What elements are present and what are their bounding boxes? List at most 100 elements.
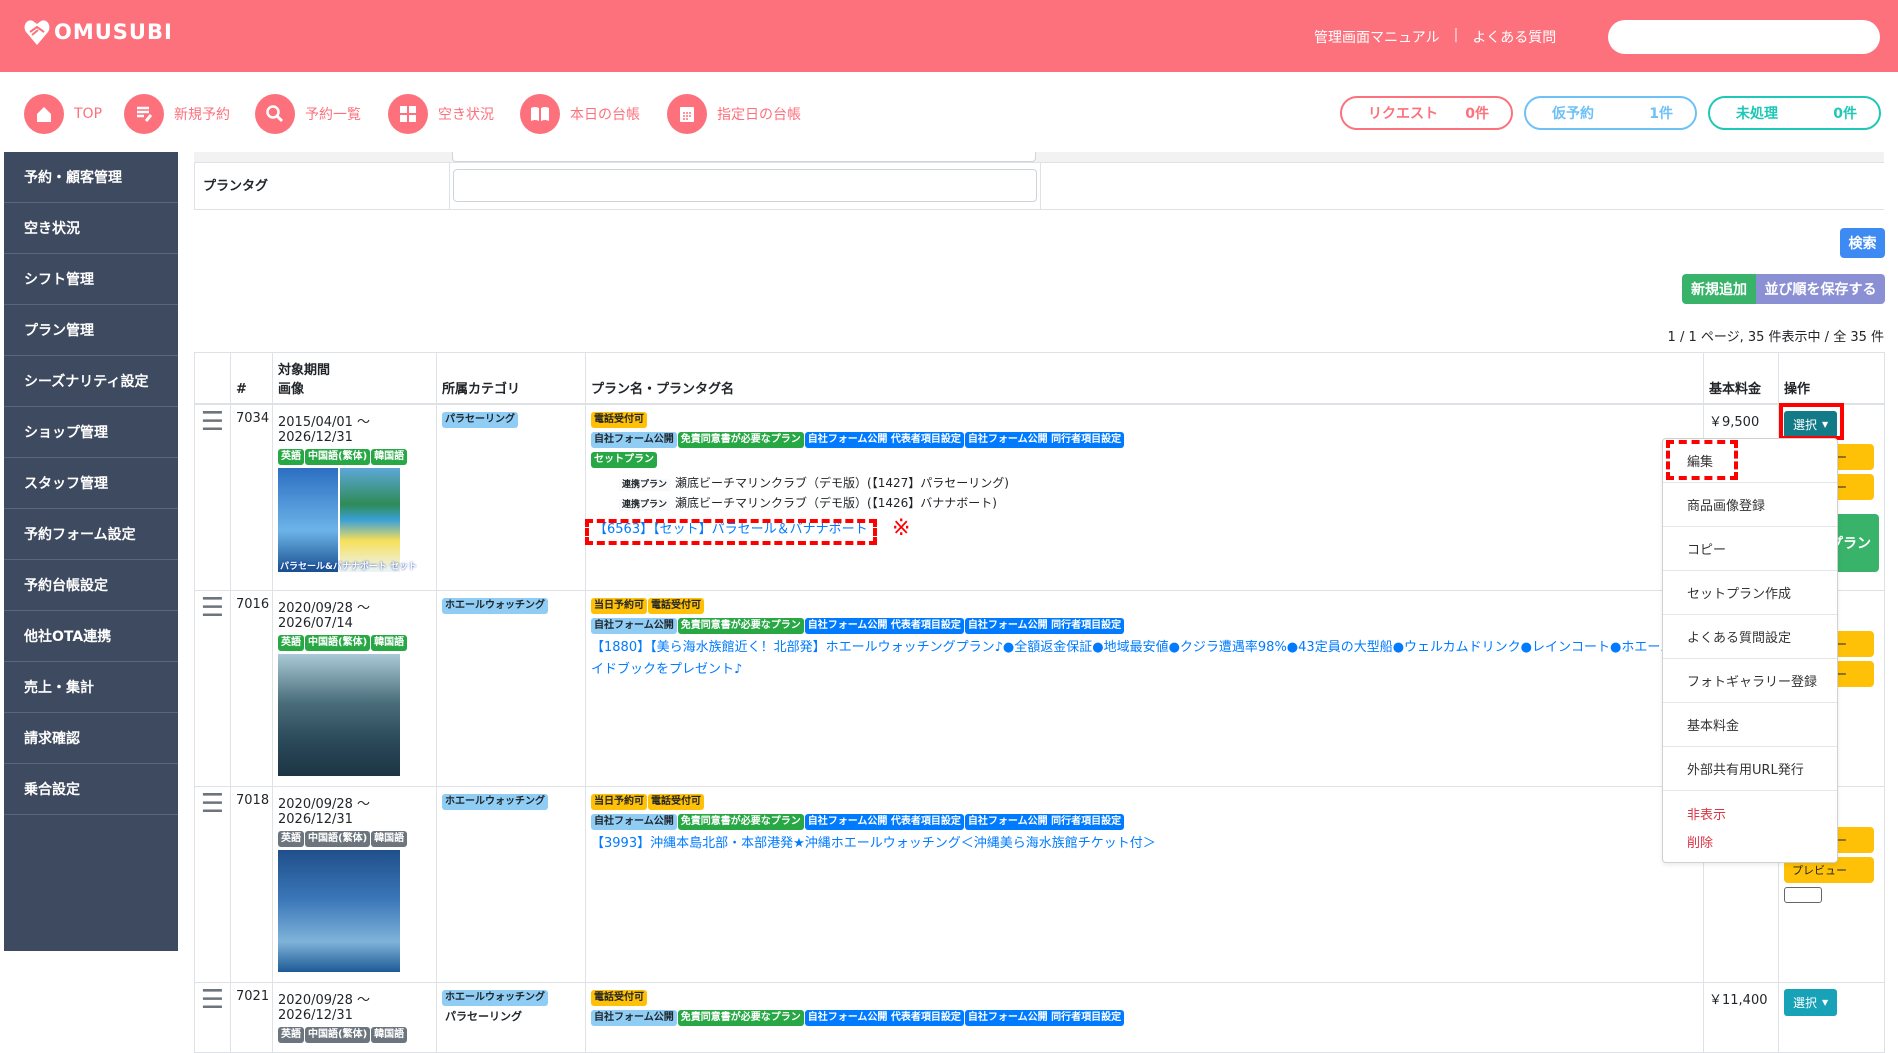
plan-tag-badge: セットプラン [591,452,657,468]
sidebar-item[interactable]: プラン管理 [4,305,178,356]
nav-label: 指定日の台帳 [717,107,801,123]
category-badge: ホエールウォッチング [442,989,548,1006]
save-order-button[interactable]: 並び順を保存する [1756,274,1885,304]
select-button[interactable]: 選択 ▼ [1784,988,1838,1016]
plan-tag-badge: 電話受付可 [591,412,647,428]
search-button[interactable]: 検索 [1840,228,1885,258]
drag-handle[interactable]: ☰ [194,403,231,591]
status-count: 0件 [1833,106,1857,122]
sidebar-item[interactable]: スタッフ管理 [4,458,178,509]
category-badge: ホエールウォッチング [442,597,548,614]
status-label: リクエスト [1368,106,1438,122]
period: 2020/09/28 〜 2026/07/14 [278,600,371,631]
manual-link[interactable]: 管理画面マニュアル [1314,27,1440,47]
dropdown-item[interactable]: コピー [1663,527,1837,571]
logo[interactable]: OMUSUBI [24,18,173,46]
status-pill-0[interactable]: リクエスト 0件 [1340,96,1513,130]
image-thumbnail [278,468,338,572]
language-badge: 中国語(繁体) [305,830,371,847]
dropdown-item[interactable]: 商品画像登録 [1663,483,1837,527]
nav-item-0[interactable]: TOP [24,94,102,134]
select-label: 選択 [1793,995,1818,1010]
status-pill-2[interactable]: 未処理 0件 [1708,96,1881,130]
sidebar-item[interactable]: 売上・集計 [4,662,178,713]
calendar-icon [667,94,707,134]
checkbox-button[interactable] [1784,886,1822,903]
logo-text: OMUSUBI [54,20,173,44]
nav-item-1[interactable]: 新規予約 [124,94,230,134]
period: 2015/04/01 〜 2026/12/31 [278,415,371,445]
related-tag: 連携プラン [619,479,671,491]
sidebar-item[interactable]: 予約フォーム設定 [4,509,178,560]
tag-line: 当日予約可 電話受付可 [591,597,1698,617]
dropdown-item-danger[interactable]: 削除 [1663,827,1837,855]
nav-item-5[interactable]: 指定日の台帳 [667,94,801,134]
dropdown-item[interactable]: よくある質問設定 [1663,615,1837,659]
sidebar-item[interactable]: ショップ管理 [4,407,178,458]
dropdown-item[interactable]: セットプラン作成 [1663,571,1837,615]
dropdown-item[interactable]: 基本料金 [1663,703,1837,747]
plan-name-link[interactable]: 【3993】沖縄本島北部・本部港発★沖縄ホエールウォッチング＜沖縄美ら海水族館チ… [591,833,1698,855]
language-badge: 英語 [278,634,304,651]
sidebar-item[interactable]: シフト管理 [4,254,178,305]
category-cell: ホエールウォッチング [436,785,586,983]
period: 2020/09/28 〜 2026/12/31 [278,992,371,1023]
faq-link[interactable]: よくある質問 [1472,27,1556,47]
language-badge: 英語 [278,830,304,847]
table-row: ☰ 7021 2020/09/28 〜 2026/12/31 英語 中国語(繁体) 韓国語… [194,981,1885,1053]
plan-image [278,849,431,976]
dropdown-item[interactable]: フォトギャラリー登録 [1663,659,1837,703]
plan-tag-badge: 自社フォーム公開 代表者項目設定 [804,1009,964,1026]
nav-item-2[interactable]: 予約一覧 [255,94,361,134]
dropdown-item-danger[interactable]: 非表示 [1663,799,1837,827]
period: 2020/09/28 〜 2026/12/31 [278,796,371,827]
category-badge: パラセーリング [442,412,518,428]
tag-line: 自社フォーム公開 免責同意書が必要なプラン 自社フォーム公開 代表者項目設定 自社フォ… [591,431,1698,451]
plan-tag-badge: 自社フォーム公開 同行者項目設定 [964,1009,1125,1026]
status-count: 1件 [1649,106,1673,122]
related-plan: 連携プラン 瀬底ビーチマリンクラブ（デモ版）(【1427】パラセーリング) [619,474,1698,491]
drag-handle[interactable]: ☰ [194,981,231,1053]
drag-handle[interactable]: ☰ [194,589,231,787]
sidebar-item[interactable]: 請求確認 [4,713,178,764]
sidebar-item[interactable]: 乗合設定 [4,764,178,815]
column-header: 基本料金 [1703,352,1779,405]
plan-tag-badge: 電話受付可 [648,793,704,810]
sidebar-item[interactable]: 予約・顧客管理 [4,152,178,203]
nav-label: 予約一覧 [305,107,361,123]
category-cell: ホエールウォッチング [436,589,586,787]
plan-name-link[interactable]: 【1880】【美ら海水族館近く！北部発】ホエールウォッチングプラン♪●全額返金保… [591,637,1698,681]
plan-tag-badge: 自社フォーム公開 代表者項目設定 [804,813,964,830]
plan-image [278,653,431,780]
language-badge: 中国語(繁体) [305,1026,371,1043]
dropdown-item[interactable]: 外部共有用URL発行 [1663,747,1837,791]
column-header: 操作 [1778,352,1885,405]
status-label: 仮予約 [1552,106,1594,122]
plan-tag-badge: 免責同意書が必要なプラン [677,432,804,448]
tag-line: 電話受付可 [591,411,1698,431]
language-badge: 韓国語 [371,1026,408,1043]
status-pill-1[interactable]: 仮予約 1件 [1524,96,1697,130]
plan-tag-input[interactable] [453,169,1037,202]
sidebar-item[interactable]: 予約台帳設定 [4,560,178,611]
category-cell: ホエールウォッチング パラセーリング [436,981,586,1053]
plan-tag-badge: 免責同意書が必要なプラン [677,1009,804,1026]
nav-item-4[interactable]: 本日の台帳 [520,94,640,134]
drag-handle[interactable]: ☰ [194,785,231,983]
nav-item-3[interactable]: 空き状況 [388,94,494,134]
plan-tag-badge: 電話受付可 [648,597,704,614]
table-row: ☰ 7034 2015/04/01 〜 2026/12/31 英語 中国語(繁体) 韓国語… [194,403,1885,591]
sidebar-item[interactable]: 空き状況 [4,203,178,254]
sidebar-item[interactable]: 他社OTA連携 [4,611,178,662]
add-new-button[interactable]: 新規追加 [1682,274,1756,304]
column-header: 所属カテゴリ [436,352,586,405]
image-thumbnail [278,653,400,776]
nav-label: 空き状況 [438,107,494,123]
pagination-info: 1 / 1 ページ, 35 件表示中 / 全 35 件 [1667,330,1884,345]
header-search-input[interactable] [1608,20,1880,54]
sidebar-item[interactable]: シーズナリティ設定 [4,356,178,407]
language-badge: 英語 [278,1026,304,1043]
plan-tag-badge: 自社フォーム公開 同行者項目設定 [964,617,1125,634]
plan-cell: 電話受付可自社フォーム公開 免責同意書が必要なプラン 自社フォーム公開 代表者項目設… [585,403,1704,591]
table-row: ☰ 7018 2020/09/28 〜 2026/12/31 英語 中国語(繁体) 韓国語… [194,785,1885,983]
